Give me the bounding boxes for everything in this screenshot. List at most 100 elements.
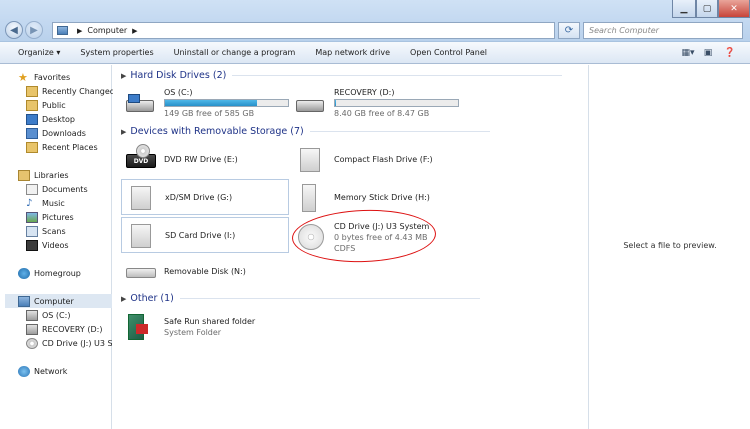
star-icon: ★	[18, 70, 28, 84]
hard-drive-icon	[294, 88, 328, 118]
title-bar: ▁ ▢ ✕ ◀ ▶ ▶ Computer ▶ ⟳ Search Computer	[0, 0, 750, 42]
divider	[232, 75, 563, 76]
sd-card-icon	[125, 220, 159, 250]
folder-icon	[26, 99, 38, 111]
drive-free-space: 149 GB free of 585 GB	[164, 109, 255, 118]
drive-removable-n[interactable]: Removable Disk (N:)	[121, 253, 289, 289]
drive-sd-i[interactable]: SD Card Drive (I:)	[121, 217, 289, 253]
libraries-icon	[18, 169, 30, 181]
map-network-drive-button[interactable]: Map network drive	[315, 48, 390, 57]
desktop-icon	[26, 113, 38, 125]
group-title: Other (1)	[130, 293, 174, 304]
group-header-other[interactable]: ▶ Other (1)	[121, 293, 480, 304]
maximize-button[interactable]: ▢	[696, 0, 718, 18]
nav-label: Desktop	[42, 114, 75, 124]
recent-places-icon	[26, 141, 38, 153]
computer-icon	[18, 295, 30, 307]
group-title: Hard Disk Drives (2)	[130, 70, 227, 81]
view-options-button[interactable]: ▦▾	[680, 46, 696, 60]
nav-label: OS (C:)	[42, 310, 71, 320]
drive-cf-f[interactable]: Compact Flash Drive (F:)	[291, 141, 459, 177]
chevron-right-icon[interactable]: ▶	[132, 27, 137, 35]
drive-recovery-d[interactable]: RECOVERY (D:) 8.40 GB free of 8.47 GB	[291, 85, 459, 121]
compact-flash-icon	[294, 144, 328, 174]
nav-label: Homegroup	[34, 268, 81, 278]
refresh-button[interactable]: ⟳	[558, 22, 580, 39]
address-crumb-computer[interactable]: Computer	[87, 26, 127, 35]
address-bar[interactable]: ▶ Computer ▶	[52, 22, 555, 39]
drive-name: OS (C:)	[164, 88, 193, 97]
hard-drive-icon	[124, 88, 158, 118]
preview-pane: Select a file to preview.	[588, 65, 750, 429]
search-input[interactable]: Search Computer	[583, 22, 743, 39]
nav-computer[interactable]: Computer	[5, 294, 112, 308]
group-header-hdd[interactable]: ▶ Hard Disk Drives (2)	[121, 70, 563, 81]
back-button[interactable]: ◀	[5, 21, 23, 39]
dvd-drive-icon: DVD	[124, 144, 158, 174]
navigation-pane: ★ Favorites Recently Changed Public Desk…	[0, 65, 115, 429]
nav-label: Pictures	[42, 212, 74, 222]
preview-pane-button[interactable]: ▣	[700, 46, 716, 60]
nav-label: RECOVERY (D:)	[42, 324, 103, 334]
nav-label: Network	[34, 366, 68, 376]
usage-fill	[165, 100, 258, 106]
drive-name: Removable Disk (N:)	[164, 266, 246, 276]
documents-icon	[26, 183, 38, 195]
cd-icon	[26, 337, 38, 349]
memory-stick-icon	[294, 182, 328, 212]
drive-icon	[26, 309, 38, 321]
shared-folder-icon	[124, 312, 158, 342]
nav-label: Libraries	[34, 170, 69, 180]
refresh-icon: ⟳	[564, 25, 574, 36]
nav-label: Documents	[42, 184, 88, 194]
uninstall-program-button[interactable]: Uninstall or change a program	[174, 48, 296, 57]
folder-type: System Folder	[164, 328, 222, 337]
system-properties-button[interactable]: System properties	[80, 48, 153, 57]
group-title: Devices with Removable Storage (7)	[130, 126, 304, 137]
nav-label: Recently Changed	[42, 86, 115, 96]
nav-label: Scans	[42, 226, 66, 236]
divider	[179, 298, 480, 299]
usage-fill	[335, 100, 337, 106]
nav-label: Recent Places	[42, 142, 98, 152]
collapse-icon: ▶	[121, 127, 127, 136]
computer-icon	[57, 26, 68, 35]
music-icon: ♪	[26, 197, 33, 209]
drive-icon	[26, 323, 38, 335]
homegroup-icon	[18, 267, 30, 279]
scans-icon	[26, 225, 38, 237]
removable-disk-icon	[124, 256, 158, 286]
safe-run-shared-folder[interactable]: Safe Run shared folder System Folder	[121, 308, 289, 346]
drive-name: xD/SM Drive (G:)	[165, 192, 233, 202]
minimize-button[interactable]: ▁	[672, 0, 696, 18]
drive-os-c[interactable]: OS (C:) 149 GB free of 585 GB	[121, 85, 289, 121]
drive-dvd-e[interactable]: DVD DVD RW Drive (E:)	[121, 141, 289, 177]
drive-usage-bar-recovery	[334, 99, 459, 107]
nav-label: Videos	[42, 240, 69, 250]
divider	[309, 131, 490, 132]
drive-name: Compact Flash Drive (F:)	[334, 154, 433, 164]
nav-label: Music	[42, 198, 65, 208]
close-button[interactable]: ✕	[718, 0, 750, 18]
help-button[interactable]: ❓	[722, 46, 738, 60]
nav-label: Public	[42, 100, 66, 110]
group-header-removable[interactable]: ▶ Devices with Removable Storage (7)	[121, 126, 490, 137]
nav-cd-drive[interactable]: CD Drive (J:) U3 System	[26, 336, 112, 350]
nav-label: Downloads	[42, 128, 86, 138]
collapse-icon: ▶	[121, 71, 127, 80]
drive-xd-g[interactable]: xD/SM Drive (G:)	[121, 179, 289, 215]
chevron-right-icon[interactable]: ▶	[77, 27, 82, 35]
drive-usage-bar-os	[164, 99, 289, 107]
collapse-icon: ▶	[121, 294, 127, 303]
open-control-panel-button[interactable]: Open Control Panel	[410, 48, 487, 57]
organize-button[interactable]: Organize ▾	[18, 48, 60, 57]
forward-button[interactable]: ▶	[25, 21, 43, 39]
folder-icon	[26, 85, 38, 97]
nav-label: CD Drive (J:) U3 System	[42, 338, 112, 348]
nav-favorites-label: Favorites	[34, 72, 71, 82]
drive-name: SD Card Drive (I:)	[165, 230, 236, 240]
back-arrow-icon: ◀	[10, 24, 18, 36]
drive-free-space: 8.40 GB free of 8.47 GB	[334, 109, 430, 118]
forward-arrow-icon: ▶	[30, 24, 38, 36]
drive-name: DVD RW Drive (E:)	[164, 154, 238, 164]
